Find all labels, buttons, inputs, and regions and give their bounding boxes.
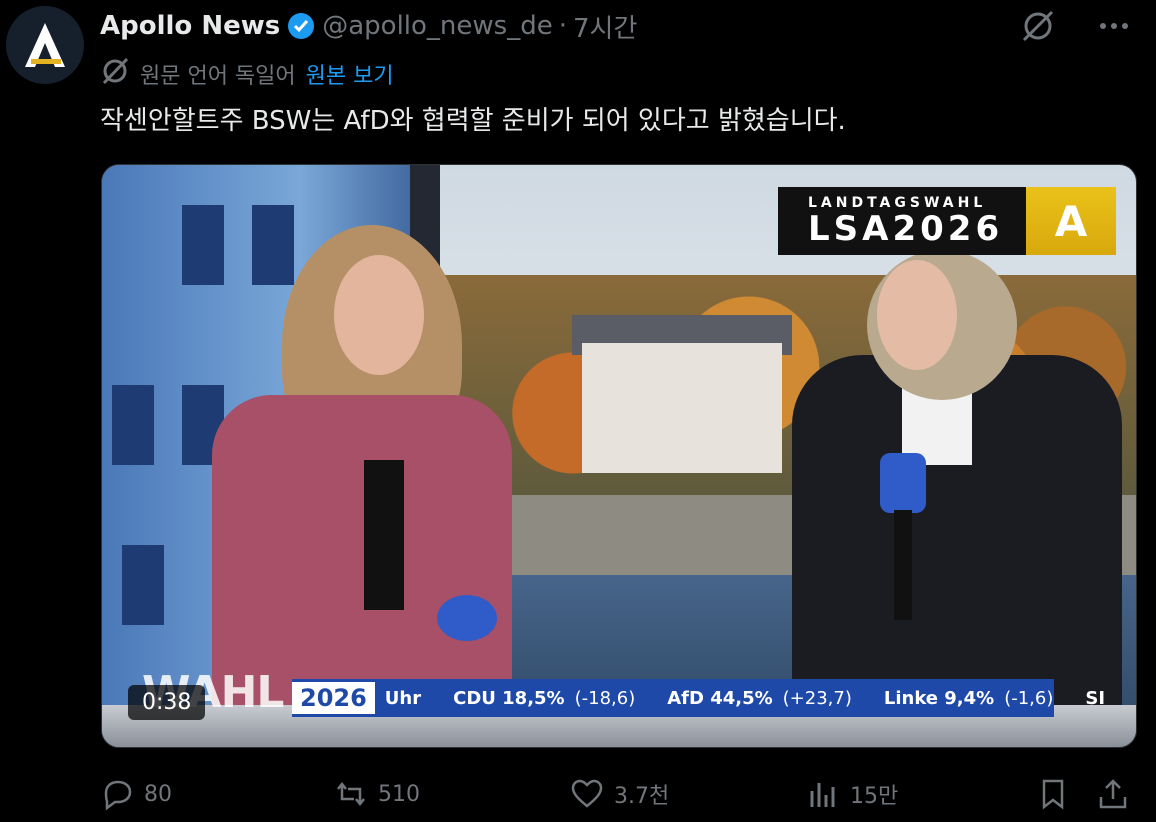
- avatar[interactable]: [6, 6, 84, 84]
- share-button[interactable]: [1096, 777, 1130, 811]
- ticker-uhr: Uhr: [384, 687, 422, 709]
- reply-count: 80: [144, 781, 172, 807]
- repost-count: 510: [378, 781, 420, 807]
- person-left-shirt: [364, 460, 404, 610]
- bookmark-icon: [1042, 779, 1064, 810]
- share-icon: [1099, 779, 1127, 809]
- like-button[interactable]: 3.7천: [570, 777, 669, 811]
- timestamp[interactable]: 7시간: [573, 8, 637, 45]
- election-ticker: 2026 Uhr CDU 18,5% (-18,6) AfD 44,5% (+23,…: [292, 679, 1105, 717]
- video-player[interactable]: LANDTAGSWAHL LSA2026 A WAHL 2026 Uhr CDU…: [101, 164, 1137, 748]
- apollo-logo-icon: [25, 23, 65, 67]
- views-button[interactable]: 15만: [806, 777, 898, 811]
- microphone-right-handle: [894, 510, 912, 620]
- microphone-left: [437, 595, 497, 641]
- microphone-right: [880, 453, 926, 513]
- tweet-header: Apollo News @apollo_news_de · 7시간: [100, 8, 637, 44]
- person-left-face: [334, 255, 424, 375]
- like-count: 3.7천: [614, 784, 670, 809]
- ticker-year: 2026: [292, 682, 375, 714]
- author-name[interactable]: Apollo News: [100, 11, 280, 41]
- bookmark-button[interactable]: [1036, 777, 1070, 811]
- views-chart-icon: [810, 783, 835, 807]
- repost-icon: [337, 781, 365, 807]
- ticker-item: Linke 9,4% (-1,6): [883, 687, 1054, 709]
- repost-button[interactable]: 510: [334, 777, 420, 811]
- scene-building: [582, 343, 782, 473]
- heart-icon: [571, 779, 603, 808]
- saxony-anhalt-flag-icon: A: [1026, 187, 1116, 255]
- person-right-face: [877, 260, 957, 370]
- translation-bar: 원문 언어 독일어 원본 보기: [100, 56, 394, 92]
- logo-letter: A: [1054, 196, 1088, 246]
- broadcast-logo: LANDTAGSWAHL LSA2026 A: [778, 187, 1116, 255]
- tweet-top-actions: [1018, 8, 1134, 44]
- tweet-actions: 80 510 3.7천 15만: [100, 772, 1140, 816]
- separator-dot: ·: [558, 11, 567, 41]
- translation-label: 원문 언어 독일어: [140, 64, 296, 89]
- ticker-item: SI: [1085, 687, 1106, 709]
- more-options-icon[interactable]: [1094, 8, 1134, 44]
- grok-icon[interactable]: [1018, 8, 1058, 44]
- ticker-item: CDU 18,5% (-18,6): [453, 687, 636, 709]
- verified-badge-icon: [286, 11, 316, 41]
- tweet-text: 작센안할트주 BSW는 AfD와 협력할 준비가 되어 있다고 밝혔습니다.: [100, 106, 846, 136]
- video-duration: 0:38: [128, 685, 206, 720]
- author-handle[interactable]: @apollo_news_de: [322, 11, 552, 41]
- reply-icon: [104, 780, 132, 811]
- ticker-item: AfD 44,5% (+23,7): [667, 687, 852, 709]
- logo-big-text: LSA2026: [808, 209, 1004, 249]
- translate-icon: [100, 56, 130, 92]
- show-original-link[interactable]: 원본 보기: [306, 58, 394, 90]
- reply-button[interactable]: 80: [100, 777, 172, 811]
- views-count: 15만: [850, 784, 899, 809]
